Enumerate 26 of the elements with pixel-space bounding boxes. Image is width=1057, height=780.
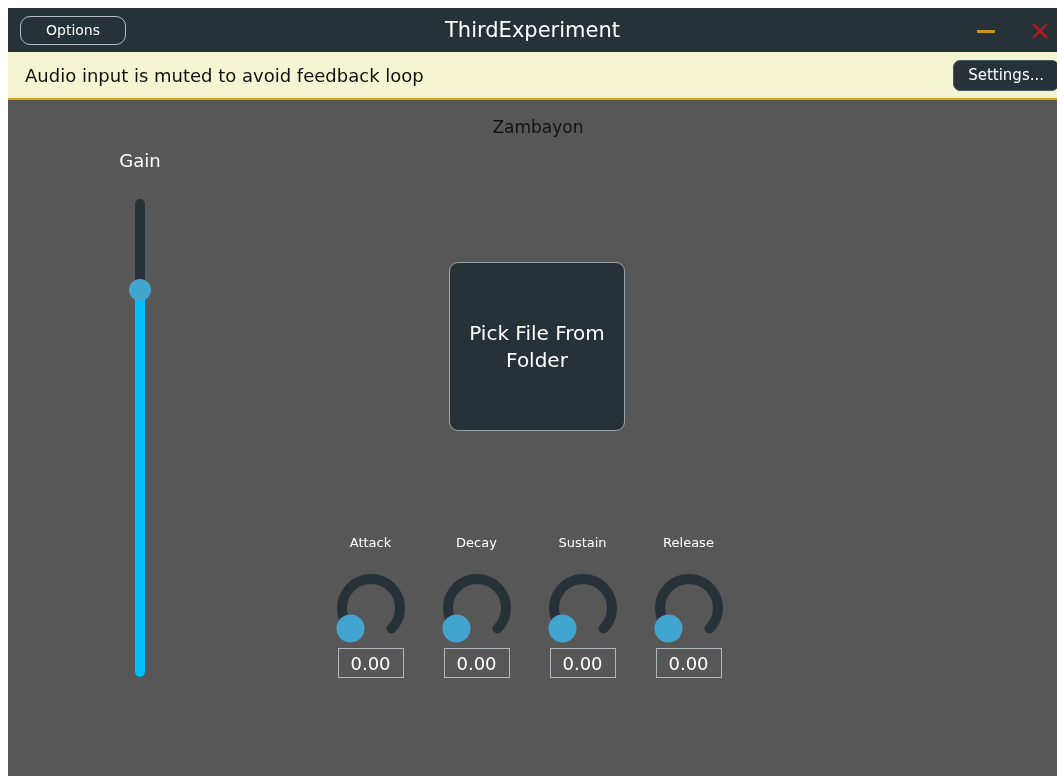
- knob-label: Sustain: [558, 535, 607, 550]
- rotary-knob[interactable]: [440, 572, 513, 644]
- value-field[interactable]: 0.00: [655, 648, 722, 678]
- rotary-knob[interactable]: [334, 572, 407, 644]
- knob-thumb[interactable]: [548, 614, 576, 643]
- slider-thumb[interactable]: [129, 278, 151, 301]
- knob-thumb[interactable]: [442, 614, 470, 643]
- pick-file-button[interactable]: Pick File From Folder: [449, 262, 625, 431]
- knob-label: Decay: [456, 535, 497, 550]
- knob-label: Attack: [349, 535, 392, 550]
- knob-thumb[interactable]: [336, 614, 364, 643]
- knob-thumb[interactable]: [654, 614, 682, 643]
- value-field[interactable]: 0.00: [443, 648, 510, 678]
- gain-slider[interactable]: [129, 199, 151, 677]
- rotary-knob[interactable]: [652, 572, 725, 644]
- minimize-icon[interactable]: [977, 30, 995, 34]
- value-field[interactable]: 0.00: [549, 648, 616, 678]
- settings-button[interactable]: Settings...: [953, 59, 1057, 91]
- knob-label: Release: [663, 535, 714, 550]
- rotary-knob[interactable]: [546, 572, 619, 644]
- slider-label: Gain: [119, 150, 161, 171]
- window-title: ThirdExperiment: [445, 18, 620, 42]
- banner-message: Audio input is muted to avoid feedback loop: [25, 64, 424, 86]
- options-button[interactable]: Options: [20, 15, 126, 45]
- value-field[interactable]: 0.00: [337, 648, 404, 678]
- plugin-title: Zambayon: [491, 117, 585, 139]
